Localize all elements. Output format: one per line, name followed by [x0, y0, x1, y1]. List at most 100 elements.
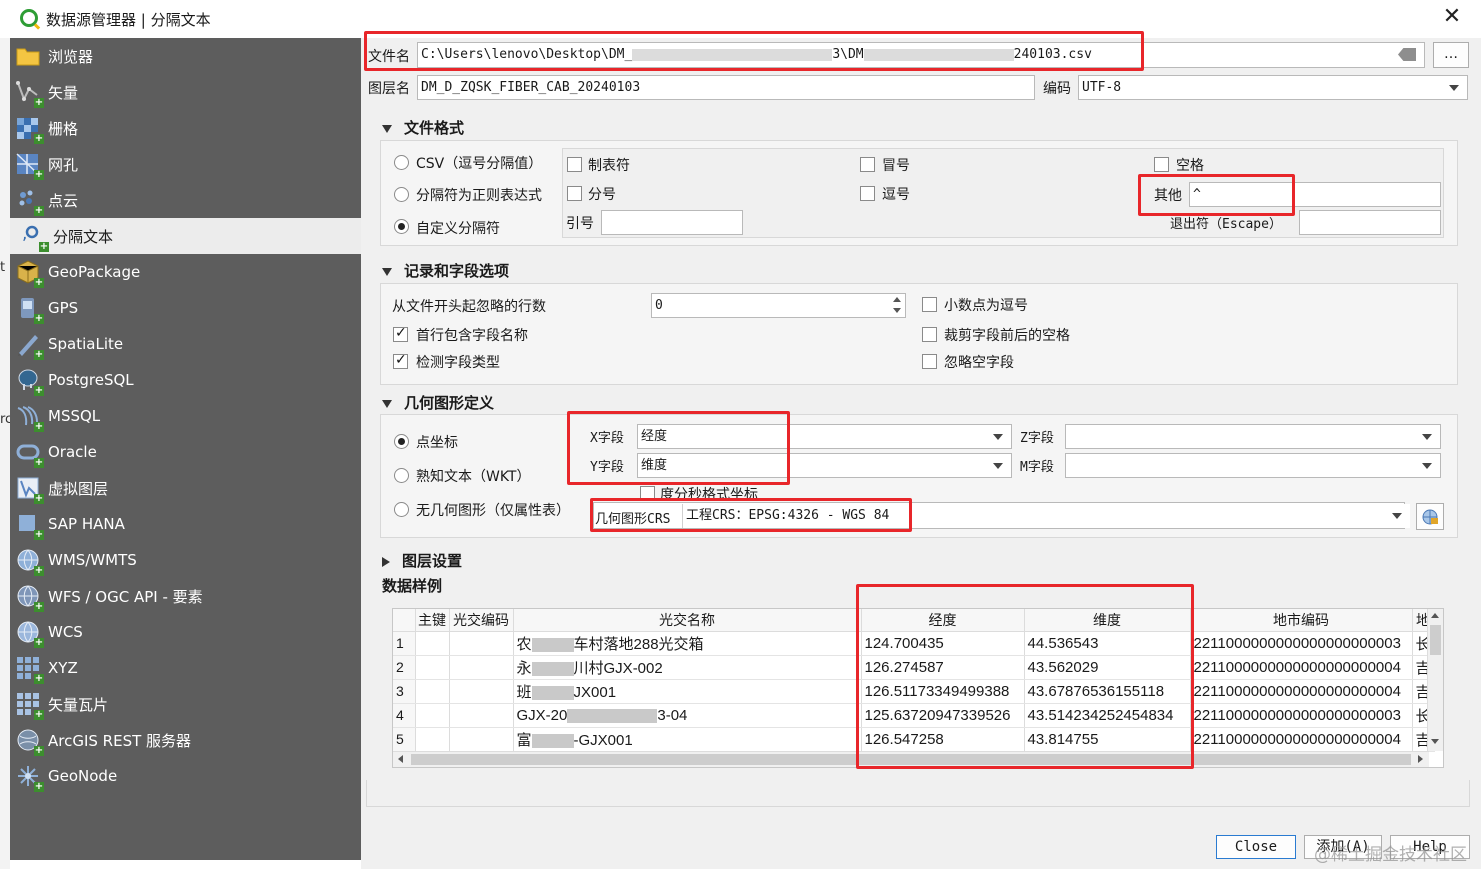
sidebar-item-geopackage[interactable]: + GeoPackage [10, 254, 361, 290]
geonode-icon: + [15, 763, 44, 792]
column-header[interactable]: 主键 [415, 609, 450, 632]
table-row[interactable]: 4 GJX-20 3-04 125.63720947339526 43.51423… [393, 703, 1435, 728]
sidebar-item-wfs[interactable]: + WFS / OGC API - 要素 [10, 578, 361, 614]
column-header[interactable]: 光交编码 [449, 609, 514, 632]
sidebar-item-point-cloud[interactable]: + 点云 [10, 182, 361, 218]
geometry-header[interactable]: 几何图形定义 [382, 392, 494, 413]
column-header[interactable]: 维度 [1024, 609, 1191, 632]
crs-selector-button[interactable] [1416, 503, 1444, 530]
sidebar-item-delimited-text[interactable]: , + 分隔文本 [10, 218, 361, 254]
sidebar-item-gps[interactable]: + GPS [10, 290, 361, 326]
sidebar-item-mssql[interactable]: + MSSQL [10, 398, 361, 434]
checkbox-space[interactable] [1154, 157, 1169, 172]
scroll-down-icon[interactable] [1431, 739, 1439, 744]
sidebar-item-label: 矢量 [48, 83, 79, 102]
radio-point-coordinates[interactable] [394, 434, 409, 449]
sidebar-item-geonode[interactable]: + GeoNode [10, 758, 361, 794]
checkbox-trim-fields[interactable] [922, 327, 937, 342]
sidebar-item-browser[interactable]: 浏览器 [10, 38, 361, 74]
table-cell [449, 679, 514, 704]
table-cell: 富 -GJX001 [513, 727, 862, 752]
radio-custom-delimiter[interactable] [394, 219, 409, 234]
checkbox-first-row-header[interactable] [393, 325, 408, 342]
sidebar-item-label: GPS [48, 299, 79, 317]
checkbox-comma[interactable] [860, 186, 875, 201]
checkbox-tab[interactable] [567, 157, 582, 172]
checkbox-detect-types[interactable] [393, 352, 408, 369]
layer-name-input[interactable]: DM_D_ZQSK_FIBER_CAB_20240103 [417, 75, 1035, 100]
m-field-select[interactable] [1065, 453, 1441, 478]
redacted-mask [531, 661, 574, 676]
scroll-thumb[interactable] [1430, 625, 1441, 655]
file-name-input[interactable]: C:\Users\lenovo\Desktop\DM_ 3\DM 240103.cs… [417, 42, 1425, 68]
detect-types-label: 检测字段类型 [416, 355, 500, 371]
checkbox-colon[interactable] [860, 157, 875, 172]
sidebar-item-wms[interactable]: + WMS/WMTS [10, 542, 361, 578]
sidebar-item-virtual-layer[interactable]: + 虚拟图层 [10, 470, 361, 506]
comma-label: 逗号 [882, 187, 910, 203]
close-button[interactable]: Close [1216, 835, 1296, 859]
colon-label: 冒号 [882, 158, 910, 174]
sidebar-item-arcgis-rest[interactable]: + ArcGIS REST 服务器 [10, 722, 361, 758]
sidebar-item-oracle[interactable]: + Oracle [10, 434, 361, 470]
escape-input[interactable] [1299, 210, 1441, 235]
radio-no-geometry[interactable] [394, 502, 409, 517]
table-row[interactable]: 2 永 川村GJX-002 126.274587 43.562029 221100… [393, 655, 1435, 680]
horizontal-scrollbar[interactable] [393, 751, 1429, 767]
spin-up-icon[interactable] [893, 297, 901, 302]
quote-input[interactable] [601, 210, 743, 235]
x-field-select[interactable]: 经度 [637, 424, 1012, 449]
sidebar-item-postgresql[interactable]: + PostgreSQL [10, 362, 361, 398]
close-icon[interactable]: ✕ [1440, 5, 1464, 29]
table-row[interactable]: 3 班 JX001 126.51173349499388 43.678765361… [393, 679, 1435, 704]
encoding-select[interactable]: UTF-8 [1078, 75, 1468, 100]
sidebar-item-raster[interactable]: + 栅格 [10, 110, 361, 146]
vector-icon: + [15, 79, 44, 108]
sidebar-item-sap-hana[interactable]: + SAP HANA [10, 506, 361, 542]
checkbox-discard-empty[interactable] [922, 354, 937, 369]
spin-down-icon[interactable] [893, 308, 901, 313]
column-header[interactable]: 光交名称 [513, 609, 862, 632]
sidebar-item-spatialite[interactable]: + SpatiaLite [10, 326, 361, 362]
z-field-select[interactable] [1065, 424, 1441, 449]
scroll-up-icon[interactable] [1431, 613, 1439, 618]
checkbox-semicolon[interactable] [567, 186, 582, 201]
sidebar-item-vector-tile[interactable]: + 矢量瓦片 [10, 686, 361, 722]
checkbox-decimal-comma[interactable] [922, 297, 937, 312]
crs-select[interactable]: 工程CRS：EPSG:4326 - WGS 84 [682, 504, 1410, 528]
sidebar-item-wcs[interactable]: + WCS [10, 614, 361, 650]
scroll-thumb[interactable] [411, 754, 1411, 765]
column-header[interactable]: 经度 [861, 609, 1025, 632]
table-row[interactable]: 5 富 -GJX001 126.547258 43.814755 22110000… [393, 727, 1435, 752]
sidebar-item-xyz[interactable]: + XYZ [10, 650, 361, 686]
scroll-left-icon[interactable] [398, 755, 403, 763]
radio-wkt[interactable] [394, 468, 409, 483]
no-geometry-label: 无几何图形（仅属性表） [416, 503, 570, 519]
other-delimiter-input[interactable]: ^ [1189, 182, 1441, 207]
vertical-scrollbar[interactable] [1427, 609, 1443, 751]
scroll-right-icon[interactable] [1418, 755, 1423, 763]
file-path-mid: 3\DM [832, 47, 864, 62]
sidebar-item-vector[interactable]: + 矢量 [10, 74, 361, 110]
y-field-select[interactable]: 维度 [637, 453, 1012, 478]
skip-lines-label: 从文件开头起忽略的行数 [392, 299, 546, 315]
table-cell: 126.274587 [861, 655, 1025, 680]
sidebar-item-mesh[interactable]: + 网孔 [10, 146, 361, 182]
skip-lines-spinbox[interactable]: 0 [651, 293, 906, 318]
cell-text: GJX-20 [516, 706, 568, 724]
column-header[interactable]: 地市编码 [1190, 609, 1413, 632]
encoding-label: 编码 [1043, 81, 1071, 97]
radio-csv[interactable] [394, 155, 409, 170]
table-row[interactable]: 1 农 车村落地288光交箱 124.700435 44.536543 22110… [393, 631, 1435, 656]
layer-settings-header[interactable]: 图层设置 [382, 550, 462, 571]
table-cell: 2211000000000000000000004 [1190, 655, 1413, 680]
file-format-header[interactable]: 文件格式 [382, 117, 464, 138]
expand-arrow-icon [382, 556, 390, 567]
records-header[interactable]: 记录和字段选项 [382, 260, 509, 281]
radio-regex[interactable] [394, 187, 409, 202]
checkbox-dms[interactable] [640, 486, 655, 501]
browse-file-button[interactable]: … [1433, 42, 1469, 68]
sidebar-item-label: 网孔 [48, 155, 79, 174]
sample-data-table[interactable]: 主键 光交编码 光交名称 经度 维度 地市编码 地 1 农 车村落地288光交箱 … [392, 608, 1444, 768]
clear-field-icon[interactable] [1398, 48, 1416, 61]
